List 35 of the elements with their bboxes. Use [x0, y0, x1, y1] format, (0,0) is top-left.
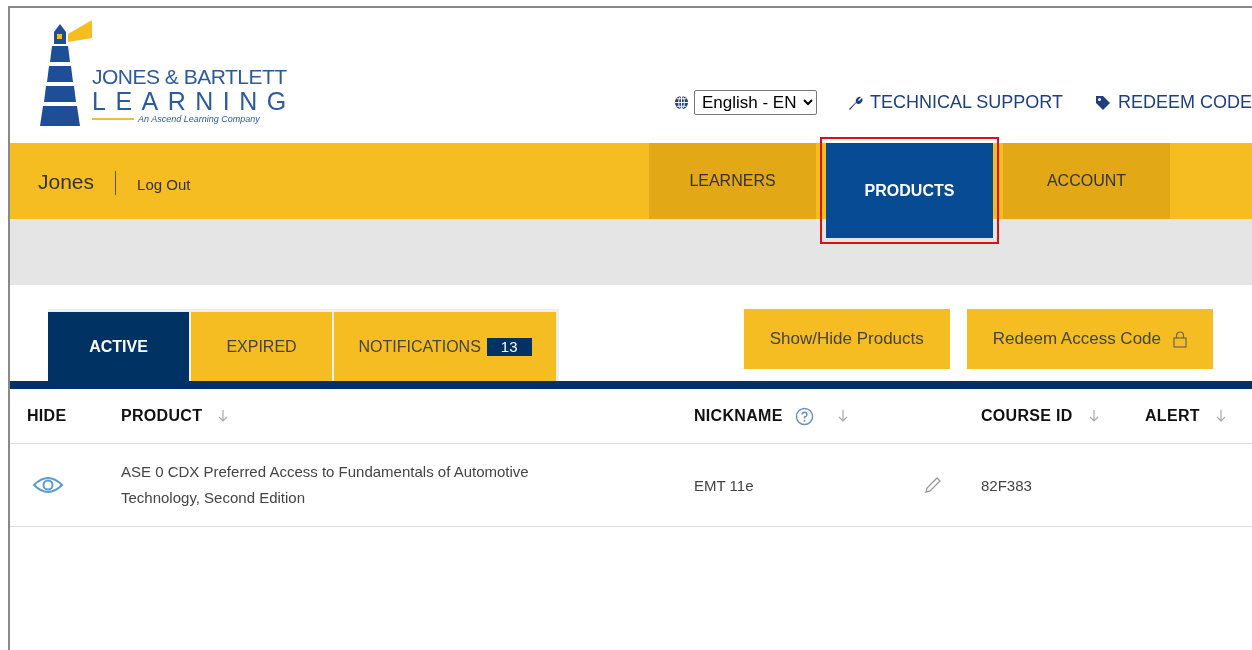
user-name: Jones	[38, 170, 95, 194]
logout-link[interactable]: Log Out	[137, 176, 191, 193]
lock-icon	[1173, 330, 1187, 348]
help-icon	[794, 406, 814, 426]
column-header: HIDE	[27, 407, 67, 425]
nav-tab[interactable]: ACCOUNT	[1003, 143, 1170, 219]
table-cell-text: ASE 0 CDX Preferred Access to Fundamentals of Automotive Technology, Second Edition	[121, 462, 530, 508]
header-link[interactable]: TECHNICAL SUPPORT	[846, 92, 1063, 113]
action-button[interactable]: Show/Hide Products	[743, 309, 950, 369]
logo-tagline: An Ascend Learning Company	[138, 114, 260, 124]
action-button[interactable]: Redeem Access Code	[966, 309, 1213, 369]
sort-arrow-icon	[837, 409, 848, 423]
table-cell: 82F383	[981, 476, 1032, 494]
globe-icon	[673, 95, 689, 110]
nav-tab[interactable]: LEARNERS	[649, 143, 816, 219]
tab[interactable]: EXPIRED	[191, 312, 332, 381]
tab[interactable]: NOTIFICATIONS 13	[334, 312, 556, 381]
sort-arrow-icon	[1088, 409, 1099, 423]
logo-text: LEARNING	[92, 88, 296, 114]
column-header: COURSE ID	[981, 407, 1073, 425]
table-cell: EMT 11e	[694, 476, 754, 494]
count-badge: 13	[486, 337, 532, 356]
tab[interactable]: ACTIVE	[48, 312, 189, 381]
eye-icon	[32, 475, 64, 495]
column-header: PRODUCT	[121, 407, 203, 425]
logo-text: JONES & BARTLETT	[92, 66, 288, 88]
tag-icon	[1095, 94, 1111, 111]
column-header: NICKNAME	[694, 407, 783, 425]
header-link[interactable]: REDEEM CODE	[1095, 92, 1252, 113]
nav-tab[interactable]: PRODUCTS	[826, 143, 993, 238]
sort-arrow-icon	[1215, 409, 1226, 423]
column-header: ALERT	[1145, 407, 1200, 425]
sort-arrow-icon	[218, 409, 229, 423]
language-select[interactable]: English - EN	[693, 90, 817, 115]
pencil-icon	[923, 475, 943, 495]
